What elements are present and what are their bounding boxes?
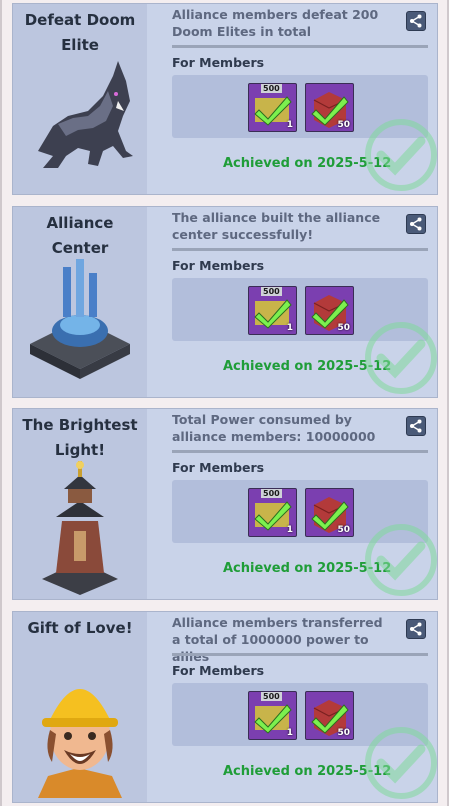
achievement-description: Alliance members defeat 200 Doom Elites … (172, 7, 379, 39)
reward-qty: 1 (286, 525, 293, 535)
achievement-card: Gift of Love! Alliance members transferr… (12, 611, 438, 803)
alliance-center-building-icon (30, 259, 130, 379)
reward-qty: 50 (337, 120, 350, 130)
tower-icon (42, 461, 118, 595)
achievement-card: Defeat Doom Elite Alliance members defea… (12, 3, 438, 195)
reward-item[interactable]: 50 (305, 83, 354, 132)
reward-tag: 500 (261, 84, 282, 93)
reward-qty: 1 (286, 120, 293, 130)
achievement-description: Total Power consumed by alliance members… (172, 412, 376, 444)
achievement-title: Alliance Center (46, 214, 114, 257)
achievement-art-panel: The Brightest Light! (13, 409, 147, 599)
achievement-card: The Brightest Light! Total Power consume… (12, 408, 438, 600)
members-label: For Members (172, 258, 265, 273)
check-stamp-icon (365, 119, 437, 191)
reward-tag: 500 (261, 287, 282, 296)
reward-qty: 50 (337, 525, 350, 535)
achievement-description: The alliance built the alliance center s… (172, 210, 381, 242)
achievement-art-panel: Gift of Love! (13, 612, 147, 802)
reward-item[interactable]: 50 (305, 488, 354, 537)
reward-tag: 500 (261, 692, 282, 701)
achievement-card: Alliance Center The alliance built the a… (12, 206, 438, 398)
share-button[interactable] (406, 619, 426, 639)
reward-qty: 50 (337, 728, 350, 738)
divider (172, 45, 428, 48)
reward-qty: 1 (286, 323, 293, 333)
members-label: For Members (172, 663, 265, 678)
reward-qty: 50 (337, 323, 350, 333)
achievements-panel: Defeat Doom Elite Alliance members defea… (0, 0, 449, 806)
share-button[interactable] (406, 11, 426, 31)
share-button[interactable] (406, 214, 426, 234)
achievement-title: The Brightest Light! (22, 416, 138, 459)
check-stamp-icon (365, 524, 437, 596)
divider (172, 450, 428, 453)
share-icon (410, 14, 422, 28)
wolf-creature-icon (38, 61, 133, 168)
divider (172, 248, 428, 251)
achievement-title: Gift of Love! (27, 619, 133, 637)
reward-item[interactable]: 50 (305, 286, 354, 335)
reward-qty: 1 (286, 728, 293, 738)
achievement-art-panel: Alliance Center (13, 207, 147, 397)
members-label: For Members (172, 460, 265, 475)
share-button[interactable] (406, 416, 426, 436)
achievement-art-panel: Defeat Doom Elite (13, 4, 147, 194)
reward-item[interactable]: 500 1 (248, 488, 297, 537)
achievement-title: Defeat Doom Elite (24, 11, 136, 54)
builder-character-icon (38, 689, 122, 798)
check-stamp-icon (365, 322, 437, 394)
reward-item[interactable]: 50 (305, 691, 354, 740)
share-icon (410, 622, 422, 636)
share-icon (410, 217, 422, 231)
reward-item[interactable]: 500 1 (248, 286, 297, 335)
divider (172, 653, 428, 656)
achievement-description: Alliance members transferred a total of … (172, 615, 383, 664)
reward-tag: 500 (261, 489, 282, 498)
reward-item[interactable]: 500 1 (248, 83, 297, 132)
check-stamp-icon (365, 727, 437, 799)
reward-item[interactable]: 500 1 (248, 691, 297, 740)
share-icon (410, 419, 422, 433)
members-label: For Members (172, 55, 265, 70)
